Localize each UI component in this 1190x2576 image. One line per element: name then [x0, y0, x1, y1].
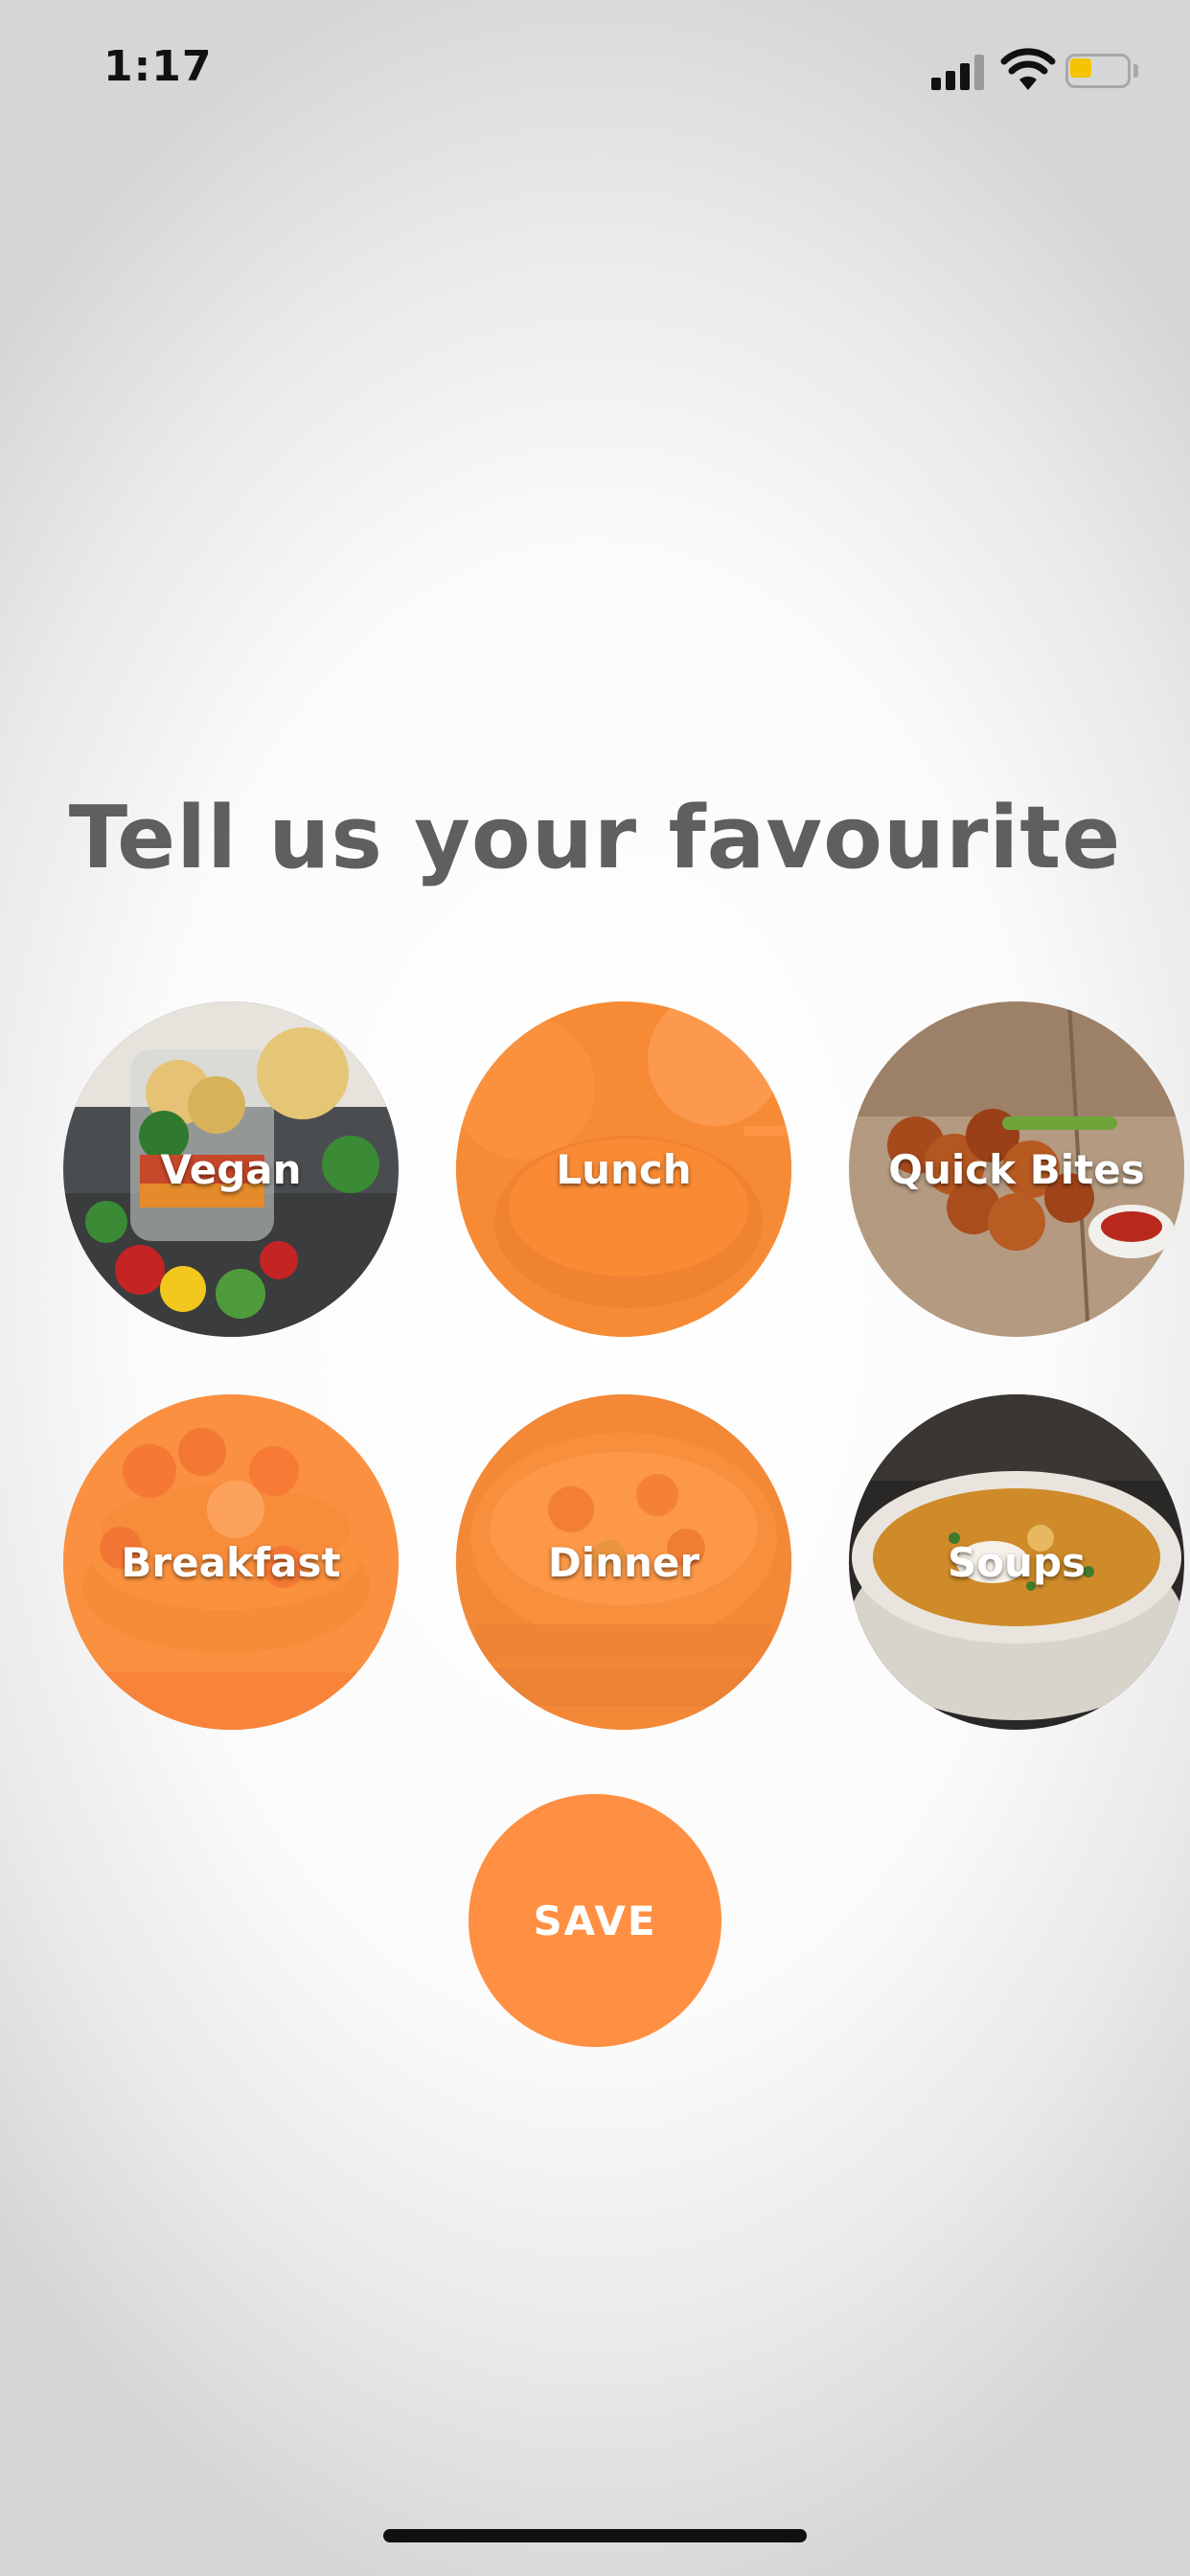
category-breakfast[interactable]: Breakfast [63, 1394, 399, 1730]
category-label: Lunch [556, 1145, 692, 1193]
battery-level [1070, 58, 1091, 78]
status-bar: 1:17 [0, 0, 1190, 144]
category-label: Soups [947, 1538, 1087, 1586]
save-button[interactable]: SAVE [469, 1794, 721, 2047]
home-indicator[interactable] [383, 2529, 807, 2542]
battery-icon [1065, 54, 1142, 92]
category-label: Breakfast [121, 1538, 341, 1586]
category-quick-bites[interactable]: Quick Bites [849, 1001, 1184, 1337]
wifi-icon [1000, 48, 1056, 90]
page-title: Tell us your favourite [68, 788, 1122, 888]
category-vegan[interactable]: Vegan [63, 1001, 399, 1337]
category-lunch[interactable]: Lunch [456, 1001, 791, 1337]
category-label: Vegan [160, 1145, 302, 1193]
cellular-signal-icon [931, 54, 987, 90]
category-label: Dinner [547, 1538, 700, 1586]
category-label: Quick Bites [888, 1145, 1145, 1193]
category-soups[interactable]: Soups [849, 1394, 1184, 1730]
category-dinner[interactable]: Dinner [456, 1394, 791, 1730]
status-time: 1:17 [103, 42, 213, 91]
